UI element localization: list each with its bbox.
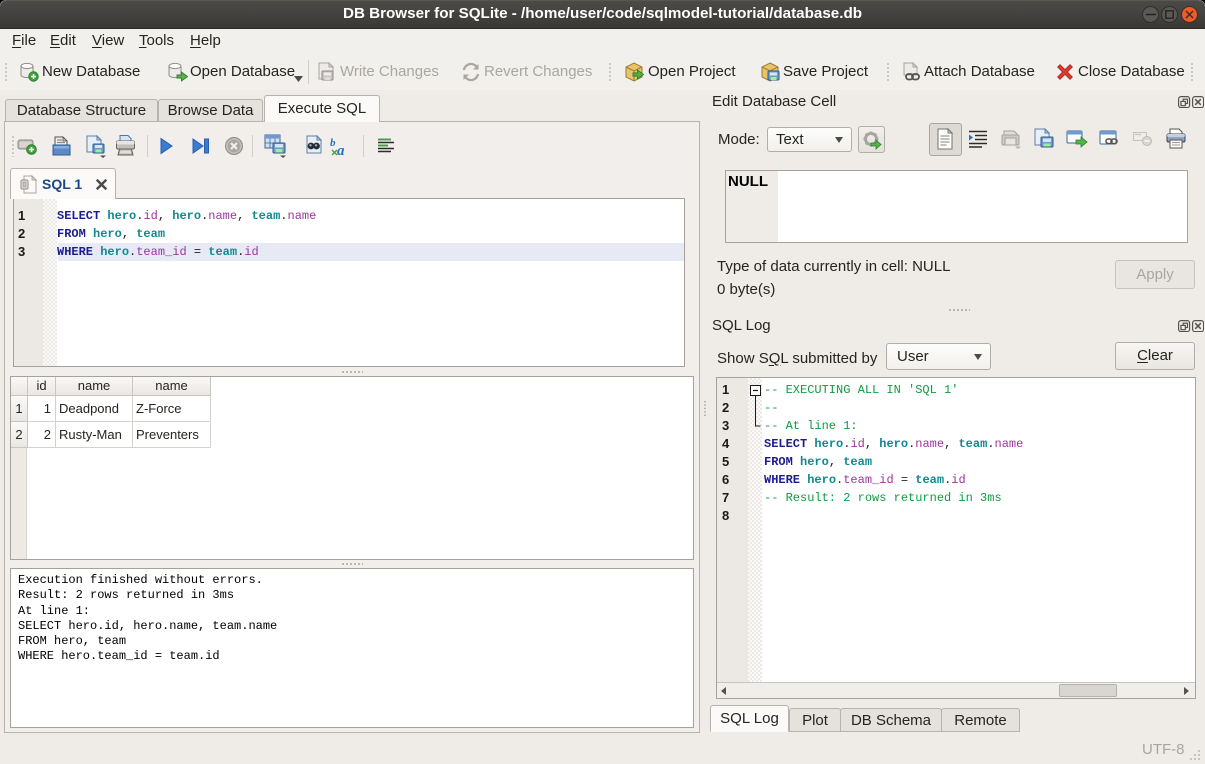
svg-text:b: b <box>330 137 336 149</box>
svg-text:a: a <box>337 143 345 157</box>
